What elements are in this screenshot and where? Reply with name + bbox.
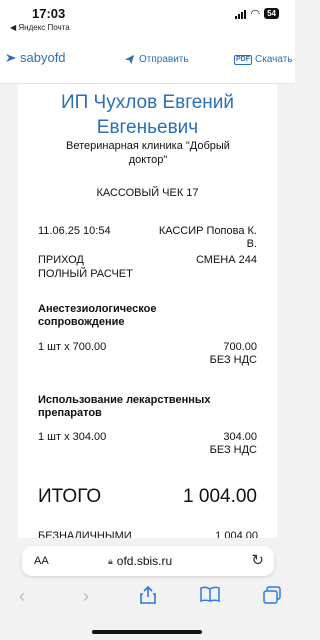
status-time: 17:03: [32, 6, 66, 21]
send-button[interactable]: Отправить: [124, 54, 189, 65]
battery-icon: 54: [264, 8, 279, 19]
share-icon[interactable]: [136, 585, 160, 608]
cellular-signal-icon: [235, 9, 247, 19]
wifi-icon: ◠: [250, 7, 261, 20]
total-value: 1 004.00: [183, 486, 257, 507]
item-sum: 304.00 БЕЗ НДС: [209, 431, 257, 456]
total-label: ИТОГО: [38, 486, 102, 507]
bookmarks-icon[interactable]: [198, 586, 222, 606]
back-to-app-link[interactable]: ◀ Яндекс Почта: [10, 23, 70, 32]
company-name: ИП Чухлов Евгений Евгеньевич: [60, 92, 235, 138]
item-sum: 700.00 БЕЗ НДС: [209, 341, 257, 366]
status-icons: ◠ 54: [235, 8, 279, 19]
reload-icon[interactable]: ↻: [251, 551, 264, 569]
address-bar[interactable]: AA 🔒︎ ofd.sbis.ru ↻: [22, 546, 274, 576]
status-bar: 17:03 ◀ Яндекс Почта ◠ 54: [0, 0, 295, 36]
check-title: КАССОВЫЙ ЧЕК 17: [96, 187, 199, 199]
payment-type: ПОЛНЫЙ РАСЧЕТ: [38, 268, 133, 280]
check-datetime: 11.06.25 10:54: [38, 225, 111, 237]
tabs-icon[interactable]: [260, 586, 284, 608]
item-qty-price: 1 шт x 304.00: [38, 431, 107, 443]
shift-number: СМЕНА 244: [195, 254, 257, 266]
item-qty-price: 1 шт x 700.00: [38, 341, 107, 353]
url-text: ofd.sbis.ru: [116, 554, 173, 568]
home-indicator: [92, 630, 202, 634]
paper-plane-icon: [124, 54, 135, 65]
receipt: ИП Чухлов Евгений Евгеньевич Ветеринарна…: [18, 84, 277, 544]
download-button[interactable]: PDF Скачать: [234, 54, 293, 65]
forward-arrow-icon[interactable]: ›: [74, 586, 98, 606]
send-label: Отправить: [139, 54, 189, 65]
download-label: Скачать: [255, 54, 293, 65]
sabyofd-logo[interactable]: sabyofd: [4, 50, 66, 65]
text-size-button[interactable]: AA: [34, 555, 49, 567]
lock-icon: 🔒︎: [108, 555, 113, 566]
logo-text: sabyofd: [20, 50, 66, 65]
browser-toolbar: ‹ ›: [0, 585, 295, 612]
logo-icon: [6, 53, 16, 62]
item-name: Анестезиологическое сопровождение: [38, 303, 157, 328]
pdf-icon: PDF: [234, 54, 252, 65]
cashier: КАССИР Попова К. В.: [158, 225, 257, 250]
item-name: Использование лекарственных препаратов: [38, 394, 211, 419]
browser-bottom-bar: AA 🔒︎ ofd.sbis.ru ↻ ‹ ›: [0, 538, 295, 640]
back-arrow-icon[interactable]: ‹: [10, 586, 34, 606]
site-header: sabyofd Отправить PDF Скачать: [0, 36, 295, 84]
url-display[interactable]: 🔒︎ ofd.sbis.ru: [108, 554, 172, 568]
operation-type: ПРИХОД: [38, 254, 84, 266]
company-subtitle: Ветеринарная клиника "Добрый доктор": [66, 140, 230, 166]
